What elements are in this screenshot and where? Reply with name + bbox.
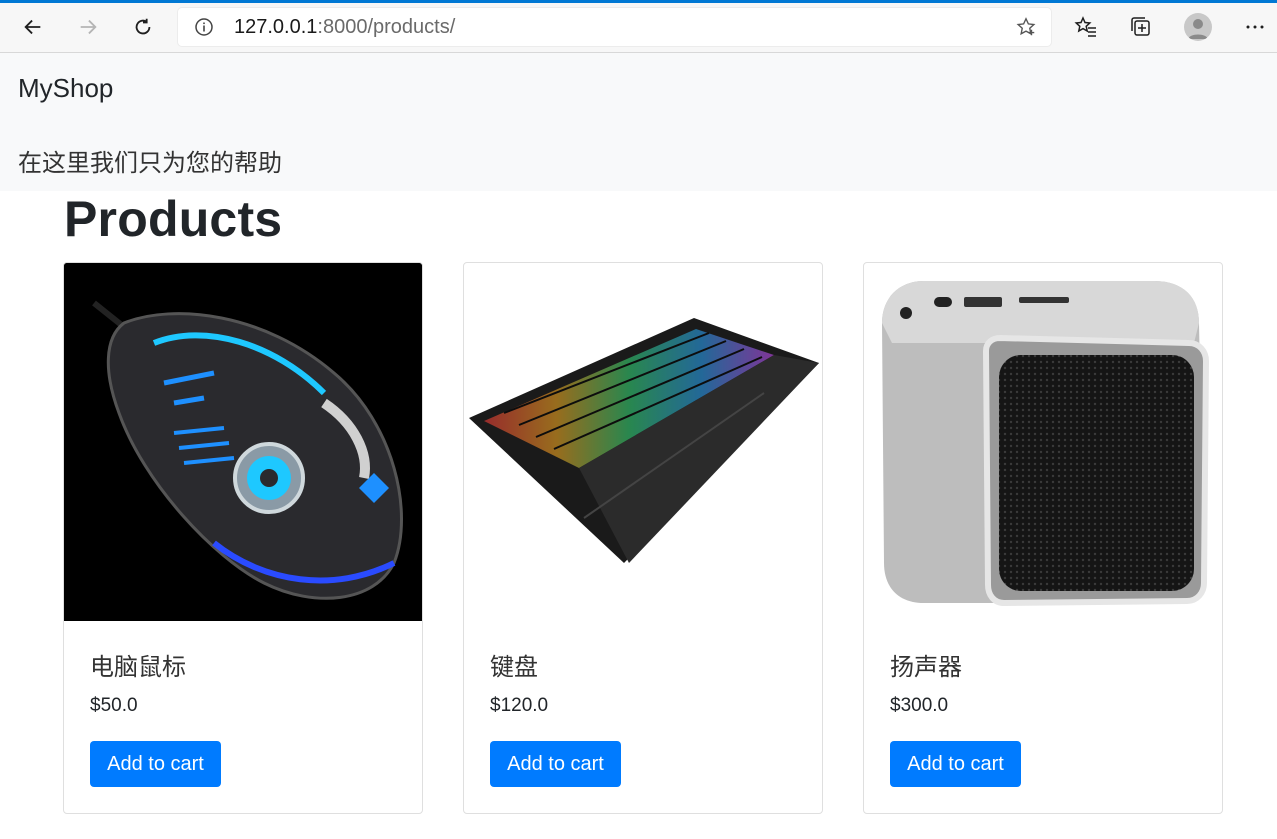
tagline: 在这里我们只为您的帮助 [18, 149, 282, 177]
url-host: 127.0.0.1 [234, 16, 318, 38]
product-price: $50.0 [90, 695, 138, 716]
product-name: 电脑鼠标 [90, 653, 186, 681]
collections-icon [1131, 17, 1150, 36]
forward-button[interactable] [72, 11, 104, 43]
product-card: 电脑鼠标 $50.0 Add to cart [63, 262, 423, 814]
ellipsis-icon [1246, 25, 1264, 29]
browser-toolbar: 127.0.0.1:8000/products/ [0, 0, 1277, 53]
page-title: Products [64, 191, 283, 247]
product-name: 键盘 [490, 653, 538, 681]
gaming-mouse-icon [64, 263, 422, 621]
url-path: :8000/products/ [317, 16, 456, 38]
keyboard-image [464, 263, 822, 621]
product-name: 扬声器 [890, 653, 962, 681]
speaker-icon [882, 281, 1210, 607]
keyboard-icon [469, 318, 819, 563]
favorites-button[interactable] [1071, 12, 1101, 42]
brand-link[interactable]: MyShop [18, 73, 113, 104]
speaker-image [864, 263, 1222, 621]
product-price: $300.0 [890, 695, 949, 716]
url-text[interactable]: 127.0.0.1:8000/products/ [234, 16, 455, 39]
add-to-cart-button[interactable]: Add to cart [490, 741, 621, 787]
gaming-mouse-image [64, 263, 422, 621]
site-header: MyShop 在这里我们只为您的帮助 [0, 53, 1277, 191]
product-card: 键盘 $120.0 Add to cart [463, 262, 823, 814]
product-card: 扬声器 $300.0 Add to cart [863, 262, 1223, 814]
forward-arrow-icon [80, 19, 97, 35]
collections-button[interactable] [1126, 12, 1156, 42]
back-arrow-icon [24, 19, 41, 35]
favorites-list-icon [1074, 16, 1096, 37]
favorite-star-icon[interactable] [1015, 16, 1037, 38]
info-icon[interactable] [194, 17, 214, 37]
add-to-cart-button[interactable]: Add to cart [90, 741, 221, 787]
back-button[interactable] [17, 11, 49, 43]
refresh-button[interactable] [127, 11, 159, 43]
refresh-icon [135, 18, 151, 35]
profile-avatar[interactable] [1184, 13, 1212, 41]
user-avatar-icon [1188, 19, 1208, 39]
product-price: $120.0 [490, 695, 549, 716]
add-to-cart-button[interactable]: Add to cart [890, 741, 1021, 787]
more-menu-button[interactable] [1240, 12, 1270, 42]
address-bar[interactable]: 127.0.0.1:8000/products/ [178, 8, 1051, 46]
